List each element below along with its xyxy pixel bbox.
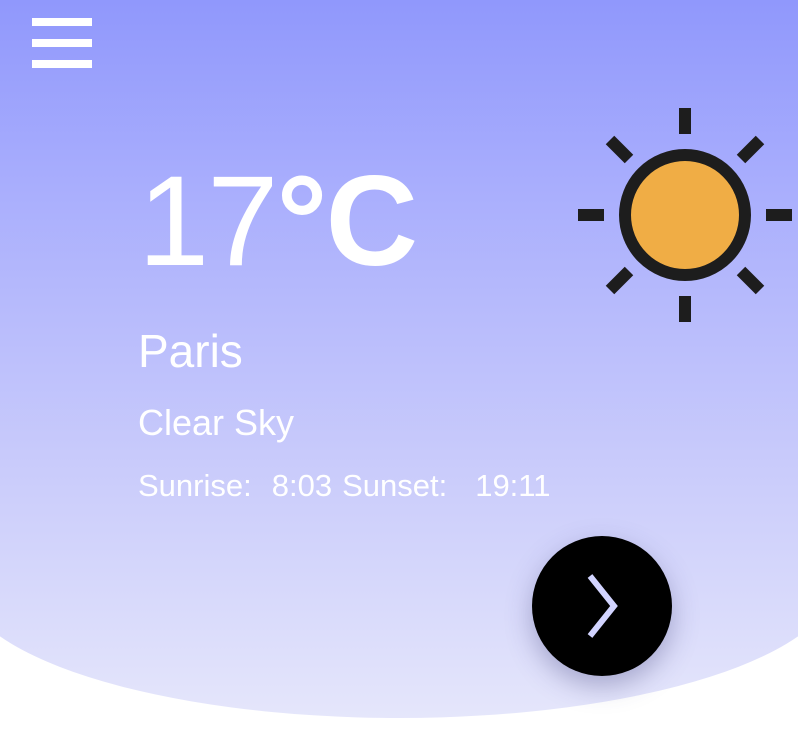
sun-ray	[736, 135, 765, 164]
menu-bar	[32, 39, 92, 47]
temperature-display: 17°C	[138, 158, 418, 286]
weather-condition: Clear Sky	[138, 402, 295, 443]
sunset-time: 19:11	[475, 468, 551, 503]
temperature-unit: °C	[276, 150, 418, 293]
sun-icon-graphic	[578, 108, 792, 322]
next-button[interactable]	[532, 536, 672, 676]
sun-times: Sunrise: 8:03 Sunset: 19:11	[138, 470, 550, 501]
sun-ray	[736, 266, 765, 295]
sun-ray	[605, 135, 634, 164]
city-name: Paris	[138, 325, 243, 377]
chevron-right-icon	[587, 574, 618, 638]
sunset-label: Sunset:	[342, 468, 448, 503]
sun-ray	[605, 266, 634, 295]
hamburger-menu-icon[interactable]	[32, 18, 92, 68]
sunrise-time: 8:03	[271, 468, 333, 503]
menu-bar	[32, 18, 92, 26]
sun-disc	[619, 149, 751, 281]
temperature-value: 17	[138, 150, 278, 293]
sunrise-label: Sunrise:	[138, 468, 252, 503]
sun-icon	[576, 106, 794, 324]
weather-screen: 17°C Paris Clear Sky Sunrise: 8:03 Sunset:…	[0, 0, 798, 750]
menu-bar	[32, 60, 92, 68]
